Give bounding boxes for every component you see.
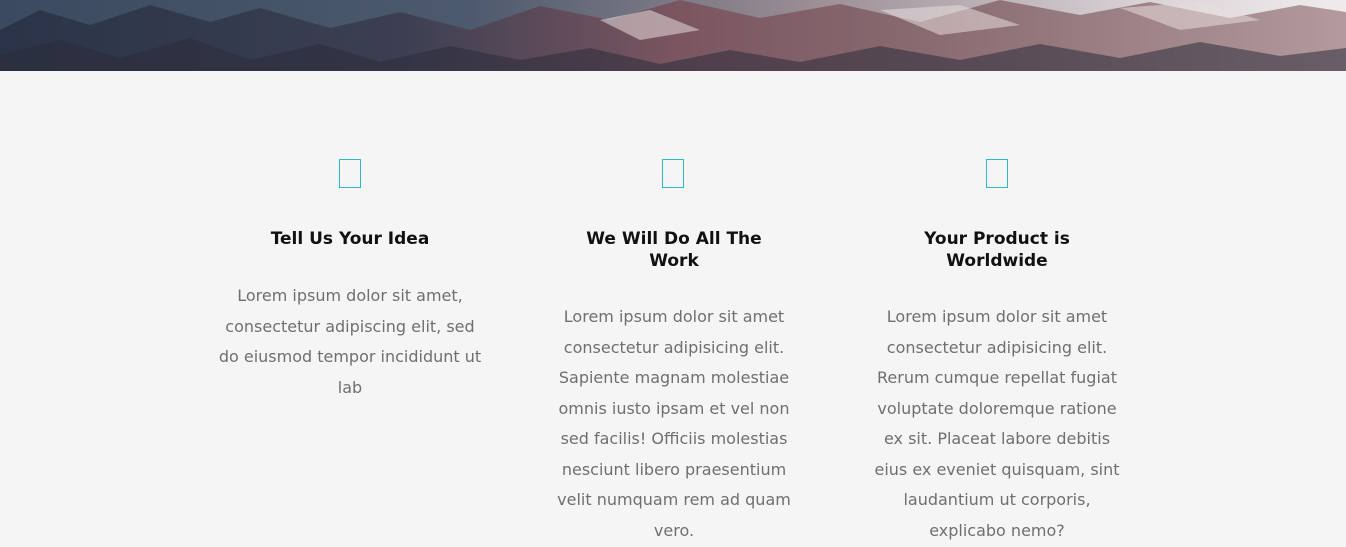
feature-title: We Will Do All The Work xyxy=(586,229,762,271)
outline-square-icon xyxy=(339,159,361,188)
feature-title: Your Product is Worldwide xyxy=(924,229,1070,271)
mountain-landscape-image xyxy=(0,0,1346,71)
outline-square-icon xyxy=(986,159,1008,188)
hero-banner-image xyxy=(0,0,1346,71)
feature-text: Lorem ipsum dolor sit amet, consectetur … xyxy=(218,286,482,397)
features-section: Tell Us Your Idea Lorem ipsum dolor sit … xyxy=(0,71,1346,547)
feature-title: Tell Us Your Idea xyxy=(270,229,430,249)
outline-square-icon xyxy=(662,159,684,188)
feature-text: Lorem ipsum dolor sit amet consectetur a… xyxy=(874,307,1120,540)
feature-text: Lorem ipsum dolor sit amet consectetur a… xyxy=(557,307,791,540)
